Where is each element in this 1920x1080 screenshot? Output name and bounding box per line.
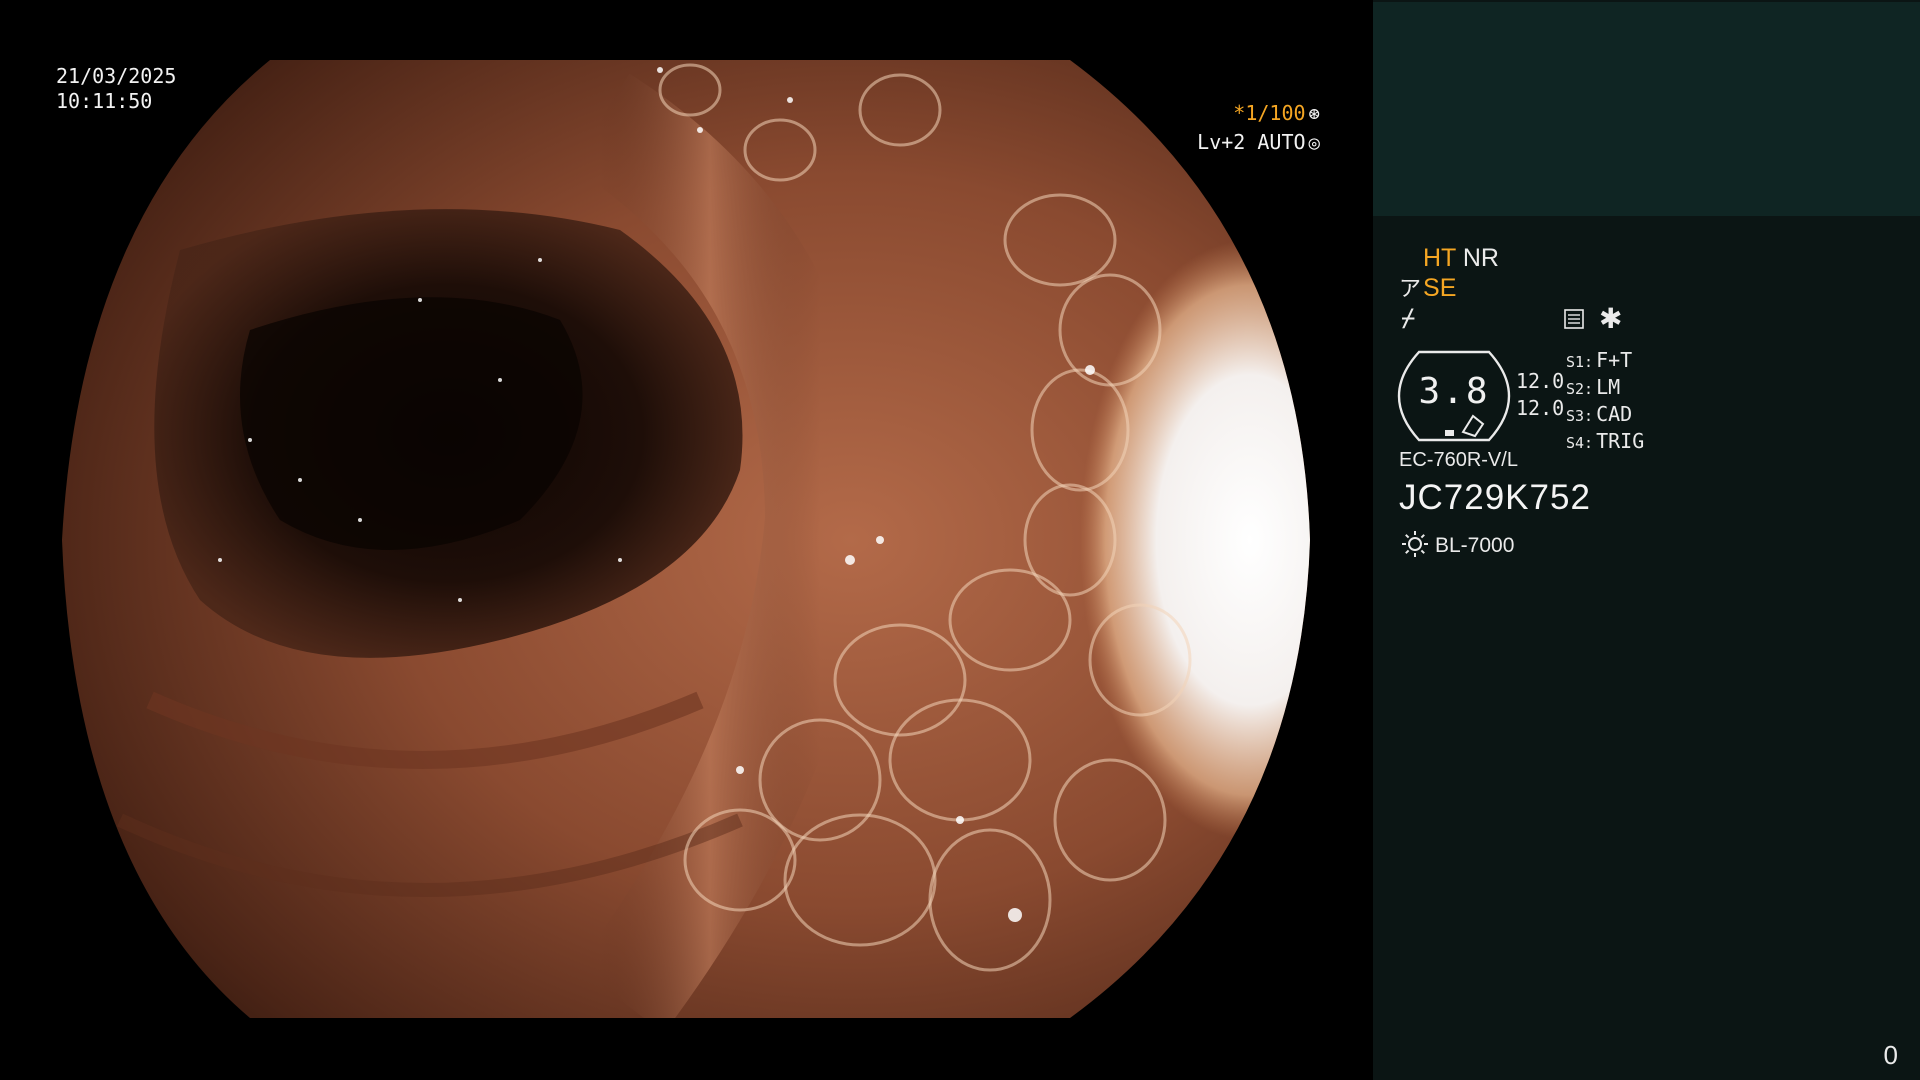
exposure-settings: *1/100 ⊛ Lv+2 AUTO ◎ [1197, 99, 1320, 157]
scope-switch-assignments: S1: F+T S2: LM S3: CAD S4: TRIG [1566, 348, 1644, 456]
time-label: 10:11:50 [56, 89, 153, 113]
structure-enhancement-row: アSE [1399, 274, 1456, 303]
shutter-speed-label: *1/100 [1233, 101, 1306, 125]
scope-model-label: EC-760R-V/L [1399, 449, 1518, 471]
endoscopic-image [62, 60, 1310, 1018]
scope-tip-icon: ア [1399, 276, 1422, 301]
iris-icon: ◎ [1308, 132, 1320, 154]
ht-mode-label: HT [1423, 244, 1456, 272]
gauge-readings: 12.0 12.0 [1516, 368, 1564, 422]
gauge-value: 3.8 [1418, 371, 1490, 412]
light-source-icon [1402, 531, 1428, 557]
memo-icon [1564, 309, 1584, 329]
light-source-label: BL-7000 [1435, 534, 1515, 557]
switch-value: LM [1596, 375, 1621, 399]
switch-key: S3: [1566, 407, 1594, 425]
switch-value: TRIG [1596, 429, 1645, 453]
iris-level-label: Lv+2 AUTO [1197, 130, 1306, 154]
switch-value: F+T [1596, 348, 1633, 372]
info-panel: HT NR アSE ⌿ ✱ 3.8 12.0 12.0 S1: F+T S2: LM… [1373, 0, 1920, 1080]
switch-key: S4: [1566, 434, 1594, 452]
image-mode-row: HT NR [1423, 244, 1499, 272]
switch-row: S4: TRIG [1566, 429, 1644, 456]
light-source-row: BL-7000 [1401, 530, 1514, 561]
switch-key: S1: [1566, 353, 1594, 371]
structure-enhancement-label: SE [1423, 274, 1457, 302]
endoscope-view: 21/03/2025 10:11:50 *1/100 ⊛ Lv+2 AUTO ◎ [0, 0, 1372, 1080]
scope-serial-label: JC729K752 [1399, 478, 1591, 517]
nr-mode-label: NR [1462, 244, 1499, 272]
date-label: 21/03/2025 [56, 64, 177, 88]
switch-row: S3: CAD [1566, 402, 1644, 429]
switch-key: S2: [1566, 380, 1594, 398]
asterisk-icon: ✱ [1599, 302, 1623, 335]
shutter-icon: ⊛ [1308, 103, 1320, 125]
switch-row: S2: LM [1566, 375, 1644, 402]
image-counter: 0 [1883, 1040, 1898, 1070]
switch-row: S1: F+T [1566, 348, 1644, 375]
info-panel-header [1373, 2, 1920, 216]
gauge-reading-2: 12.0 [1516, 396, 1565, 420]
gauge-reading-1: 12.0 [1516, 369, 1565, 393]
switch-value: CAD [1596, 402, 1633, 426]
date-time-display: 21/03/2025 10:11:50 [56, 64, 176, 114]
freeze-icon: ⌿ [1401, 304, 1416, 332]
